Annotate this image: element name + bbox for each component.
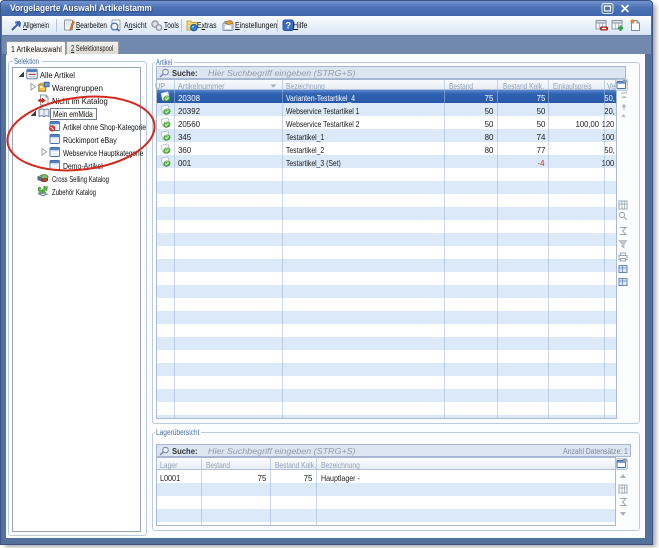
svg-text:?: ? [285, 21, 291, 31]
